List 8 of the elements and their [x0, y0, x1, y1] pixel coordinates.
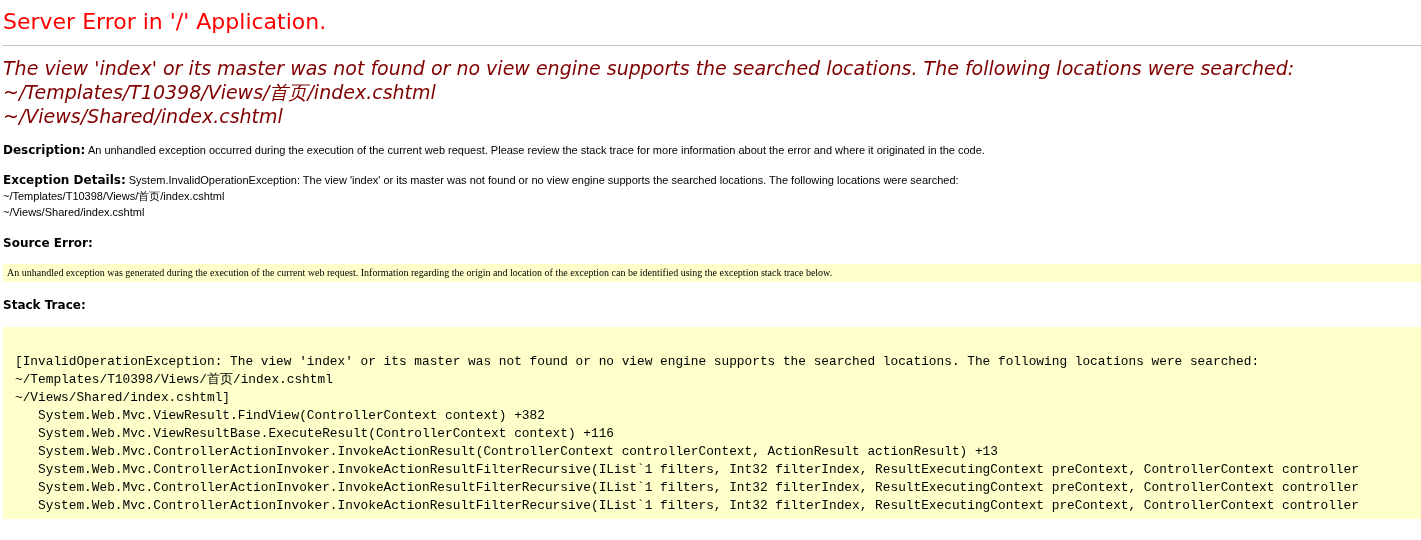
description-text: Description: An unhandled exception occurred during the execution of the current web request. Please review the stack trace for more information about the error and where it originated in the code.	[3, 142, 986, 158]
exception-details-text: Exception Details: System.InvalidOperationException: The view 'index' or its master was not found or no view engine supports the searched locations. The following locations were searched: ~/Templates/T10398/Views/首页/index.cshtml ~/Views/Shared/index.cshtml	[3, 172, 960, 220]
error-message: The view 'index' or its master was not found or no view engine supports the searched locations. The following locations were searched: ~/Templates/T10398/Views/首页/index.cshtml ~/Views/Shared/index.cshtml	[3, 56, 1296, 128]
source-error-heading: Source Error:	[3, 235, 94, 251]
source-error-code: An unhandled exception was generated during the execution of the current web request. Information regarding the origin and location of the exception can be identified using the exception stack trace below.	[3, 264, 1421, 282]
stack-trace-heading: Stack Trace:	[3, 297, 87, 313]
stack-trace-code: [InvalidOperationException: The view 'index' or its master was not found or no view engine supports the searched locations. The following locations were searched: ~/Templates/T10398/Views/首页/index.cshtml ~/Views/Shared/index.cshtml] System.Web.Mvc.ViewResult.FindView(ControllerContext context) +382 System.Web.Mvc.ViewResultBase.ExecuteResult(ControllerContext context) +116 System.Web.Mvc.ControllerActionInvoker.InvokeActionResult(ControllerContext controllerContext, ActionResult actionResult) +13 System.Web.Mvc.ControllerActionInvoker.InvokeActionResultFilterRecursive(IList`1 filters, Int32 filterIndex, ResultExecutingContext preContext, ControllerContext controller System.Web.Mvc.ControllerActionInvoker.InvokeActionResultFilterRecursive(IList`1 filters, Int32 filterIndex, ResultExecutingContext preContext, ControllerContext controller System.Web.Mvc.ControllerActionInvoker.InvokeActionResultFilterRecursive(IList`1 filters, Int32 filterIndex, ResultExecutingContext preContext, ControllerContext controller	[3, 327, 1421, 519]
page-title: Server Error in '/' Application.	[3, 8, 328, 36]
